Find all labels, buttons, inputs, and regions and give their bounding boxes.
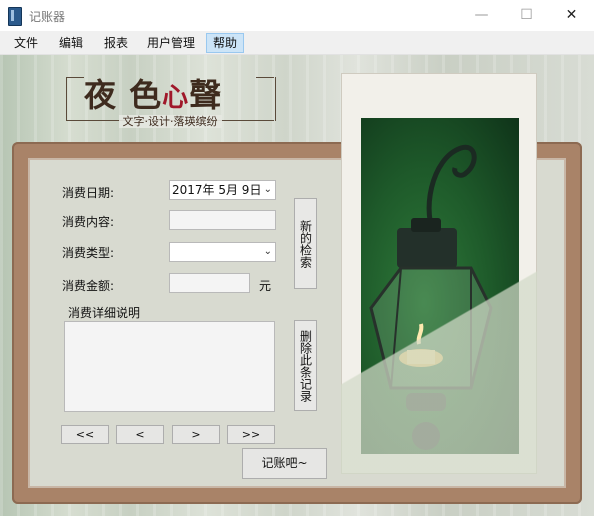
menu-file[interactable]: 文件 — [8, 34, 44, 52]
chevron-down-icon[interactable]: ⌄ — [264, 243, 272, 261]
minimize-icon[interactable]: — — [459, 0, 504, 31]
amount-input[interactable] — [169, 273, 250, 293]
logo-subtitle: 文字·设计·落瑛缤纷 — [66, 113, 274, 129]
submit-button[interactable]: 记账吧~ — [242, 448, 327, 479]
app-icon — [8, 7, 22, 26]
date-label: 消费日期: — [62, 186, 115, 200]
menu-bar: 文件 编辑 报表 用户管理 帮助 — [0, 31, 594, 55]
type-select[interactable]: ⌄ — [169, 242, 276, 262]
content-input[interactable] — [169, 210, 276, 230]
menu-user-management[interactable]: 用户管理 — [141, 34, 201, 52]
menu-edit[interactable]: 编辑 — [53, 34, 89, 52]
app-window: 记账器 — ☐ ✕ 文件 编辑 报表 用户管理 帮助 夜 色心聲 文字·设计·落… — [0, 0, 594, 516]
logo-title: 夜 色心聲 — [84, 76, 223, 114]
detail-textarea[interactable] — [64, 321, 275, 412]
first-record-button[interactable]: << — [61, 425, 109, 444]
new-search-button[interactable]: 新的检索 — [294, 198, 317, 289]
amount-label: 消费金额: — [62, 279, 115, 293]
date-value: 2017年 5月 9日 — [172, 183, 262, 197]
last-record-button[interactable]: >> — [227, 425, 275, 444]
chevron-down-icon[interactable]: ⌄ — [264, 181, 272, 199]
type-label: 消费类型: — [62, 246, 115, 260]
content-label: 消费内容: — [62, 215, 115, 229]
menu-help[interactable]: 帮助 — [206, 33, 245, 53]
date-picker[interactable]: 2017年 5月 9日 ⌄ — [169, 180, 276, 200]
close-icon[interactable]: ✕ — [549, 0, 594, 31]
photo-overlay — [341, 248, 537, 474]
title-bar[interactable]: 记账器 — ☐ ✕ — [0, 0, 594, 31]
prev-record-button[interactable]: < — [116, 425, 164, 444]
next-record-button[interactable]: > — [172, 425, 220, 444]
maximize-icon[interactable]: ☐ — [504, 0, 549, 31]
window-title: 记账器 — [29, 10, 66, 24]
amount-unit: 元 — [259, 279, 272, 293]
delete-record-button[interactable]: 删除此条记录 — [294, 320, 317, 411]
menu-report[interactable]: 报表 — [98, 34, 134, 52]
detail-label: 消费详细说明 — [68, 306, 141, 320]
